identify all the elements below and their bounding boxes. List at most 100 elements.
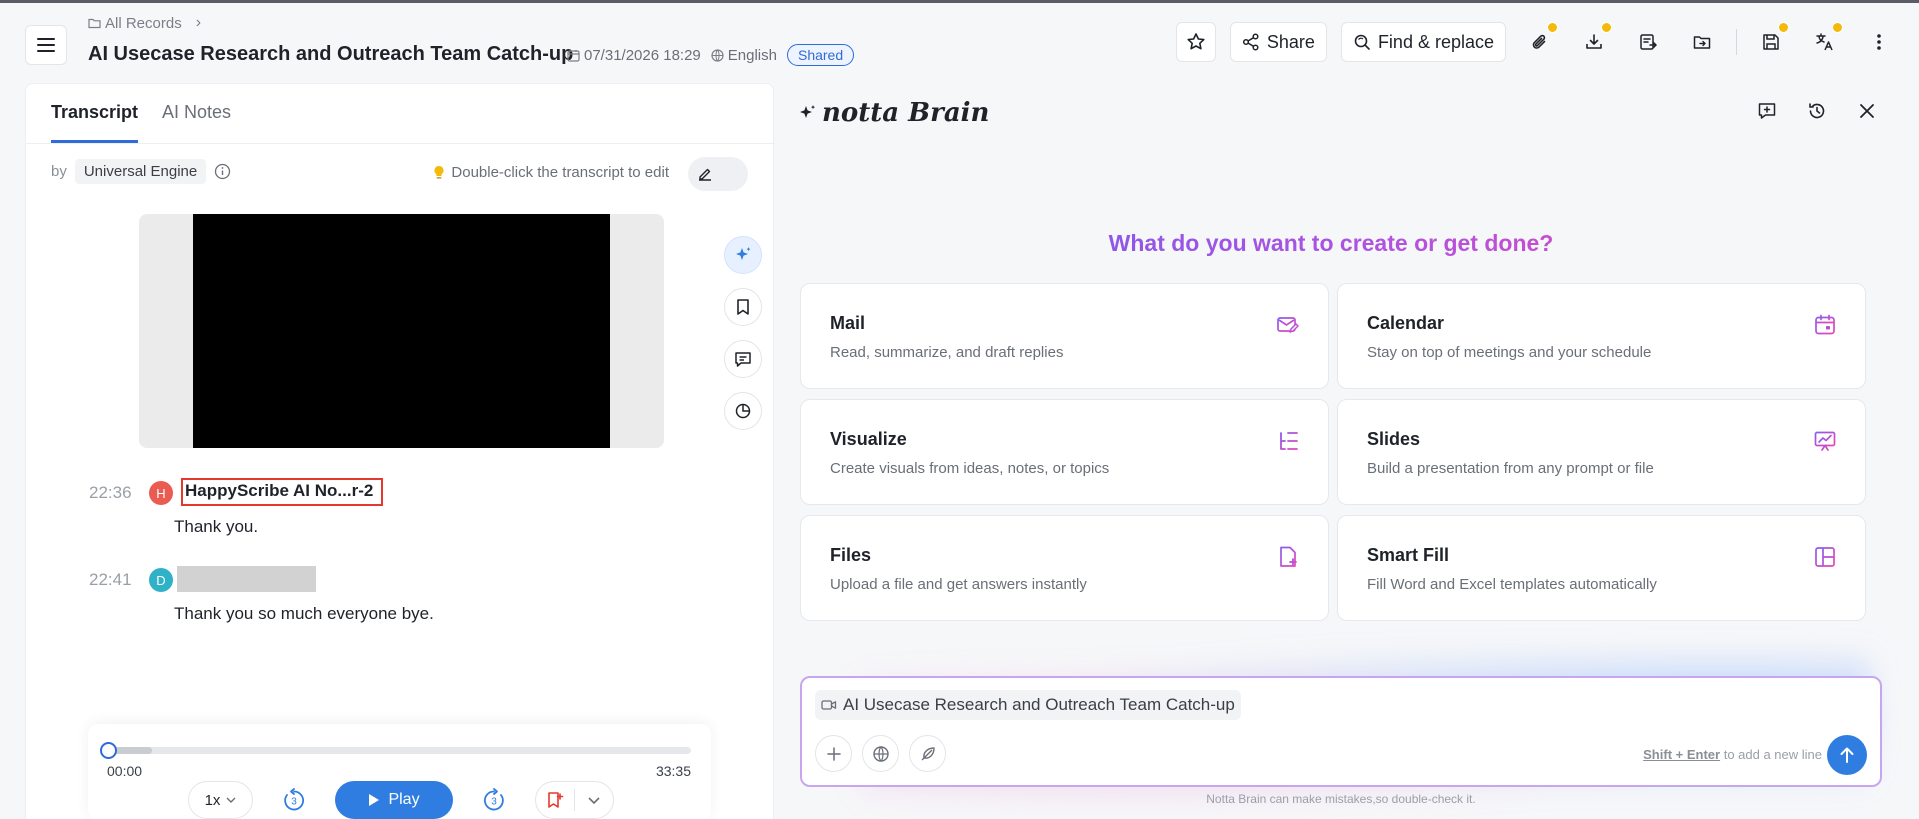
video-player[interactable] [193,214,610,448]
play-button[interactable]: Play [335,781,453,819]
rewind-icon: 3 [284,788,305,811]
card-title: Visualize [830,429,907,449]
file-add-icon [1280,546,1297,567]
speaker-name[interactable]: HappyScribe AI No...r-2 [181,478,384,506]
favorite-button[interactable] [1175,22,1216,62]
speaker-name-redacted[interactable] [177,566,316,592]
new-chat-button[interactable] [1755,99,1779,123]
breadcrumb-label[interactable]: All Records [105,15,182,32]
composer-hint: Shift + Enter to add a new line [1643,747,1822,762]
composer-tools [815,735,946,772]
progress-thumb[interactable] [100,742,117,759]
card-title: Mail [830,313,866,333]
sparkle-icon [736,247,751,260]
video-icon [821,700,837,710]
skip-back-button[interactable]: 3 [275,781,313,819]
presentation-icon [1814,431,1836,451]
datetime-label: 07/31/2026 18:29 [584,46,701,64]
forward-icon: 3 [483,788,504,811]
document-meta: 07/31/2026 18:29 English Shared [567,44,855,66]
tabs-divider [26,143,773,144]
progress-bar[interactable] [108,747,691,754]
calendar-small-icon [567,49,580,62]
engine-info: by Universal Engine [51,159,231,184]
save-button[interactable] [1751,22,1791,62]
chevron-down-icon [226,797,236,803]
add-mark-button[interactable] [536,782,574,818]
side-toolbar [724,236,762,430]
tabs: Transcript AI Notes [51,102,231,143]
folder-icon [88,18,101,29]
card-description: Create visuals from ideas, notes, or top… [830,460,1110,477]
edit-mode-toggle[interactable] [688,157,748,191]
card-title: Files [830,545,872,565]
ai-assist-button[interactable] [724,236,762,274]
add-attachment-button[interactable] [815,735,852,772]
card-description: Upload a file and get answers instantly [830,576,1087,593]
save-icon [1763,34,1779,50]
style-button[interactable] [909,735,946,772]
feather-icon [921,746,935,760]
card-visualize[interactable]: Visualize Create visuals from ideas, not… [800,399,1329,505]
layout-icon [1815,547,1835,567]
move-folder-button[interactable] [1682,22,1722,62]
page-title[interactable]: AI Usecase Research and Outreach Team Ca… [88,43,573,66]
comment-button[interactable] [724,340,762,378]
download-button[interactable] [1574,22,1614,62]
menu-button[interactable] [25,25,67,65]
analytics-button[interactable] [724,392,762,430]
lightbulb-icon [434,165,444,179]
web-search-button[interactable] [862,735,899,772]
segment-text[interactable]: Thank you so much everyone bye. [174,604,434,624]
card-mail[interactable]: Mail Read, summarize, and draft replies [800,283,1329,389]
globe-icon [711,48,724,62]
close-button[interactable] [1855,99,1879,123]
skip-forward-button[interactable]: 3 [475,781,513,819]
engine-chip[interactable]: Universal Engine [74,159,207,184]
speed-label: 1x [204,791,221,809]
toolbar: Share Find & replace [1175,22,1899,62]
premium-badge [1547,22,1558,33]
segment-timestamp[interactable]: 22:36 [89,483,132,503]
info-icon[interactable] [214,163,231,180]
toolbar-divider [1736,29,1737,55]
card-description: Stay on top of meetings and your schedul… [1367,344,1652,361]
tab-transcript[interactable]: Transcript [51,102,139,143]
language[interactable]: English [711,47,777,64]
find-replace-button[interactable]: Find & replace [1340,22,1506,62]
attach-button[interactable] [1520,22,1560,62]
premium-badge [1778,22,1789,33]
mark-options-button[interactable] [575,782,613,818]
bookmark-button[interactable] [724,288,762,326]
export-button[interactable] [1628,22,1668,62]
play-label: Play [388,791,420,808]
share-button[interactable]: Share [1229,22,1327,62]
disclaimer: Notta Brain can make mistakes,so double-… [1206,792,1476,806]
language-label[interactable]: English [728,47,777,64]
mark-group [535,781,614,819]
card-smart-fill[interactable]: Smart Fill Fill Word and Excel templates… [1337,515,1866,621]
translate-button[interactable] [1805,22,1845,62]
play-icon [369,794,380,806]
sparkle-icon [800,105,816,118]
chat-composer[interactable]: AI Usecase Research and Outreach Team Ca… [800,676,1882,787]
tab-ai-notes[interactable]: AI Notes [162,102,231,143]
brain-actions [1755,99,1879,123]
history-button[interactable] [1805,99,1829,123]
status-badge[interactable]: Shared [786,44,855,66]
more-button[interactable] [1859,22,1899,62]
audio-player: 00:00 33:35 1x 3 Play 3 [88,724,711,819]
card-calendar[interactable]: Calendar Stay on top of meetings and you… [1337,283,1866,389]
card-files[interactable]: Files Upload a file and get answers inst… [800,515,1329,621]
context-chip[interactable]: AI Usecase Research and Outreach Team Ca… [815,690,1241,720]
brain-name: notta Brain [822,98,990,128]
segment-text[interactable]: Thank you. [174,517,258,537]
player-controls: 1x 3 Play 3 [188,781,614,819]
send-button[interactable] [1827,735,1867,775]
speed-selector[interactable]: 1x [188,781,253,819]
card-slides[interactable]: Slides Build a presentation from any pro… [1337,399,1866,505]
segment-timestamp[interactable]: 22:41 [89,570,132,590]
close-icon [1860,104,1874,118]
breadcrumb[interactable]: All Records › [88,14,201,32]
visualize-icon [1280,432,1298,450]
